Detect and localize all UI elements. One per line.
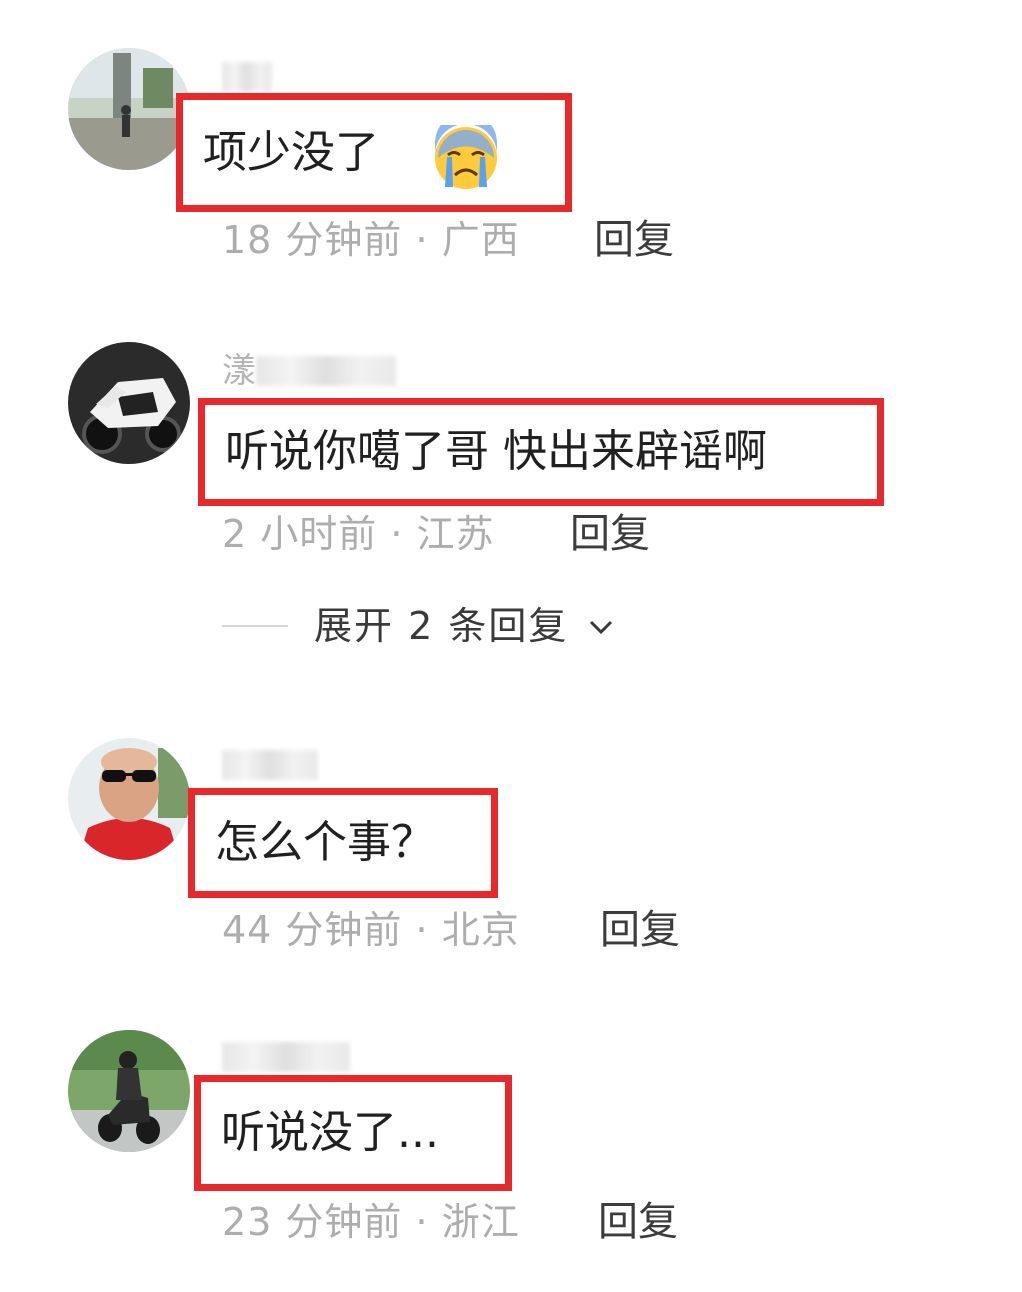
comment-highlight: 怎么个事？ (188, 788, 498, 898)
meta-separator: · (390, 512, 404, 556)
comment-meta: 2 小时前 · 江苏 (222, 514, 495, 554)
username[interactable] (222, 60, 272, 94)
comment-time: 23 分钟前 (222, 1200, 403, 1244)
username-text: 漾 (222, 351, 256, 391)
comment-text: 怎么个事？ (215, 817, 435, 868)
expand-divider (222, 625, 288, 627)
comment-time: 2 小时前 (222, 512, 378, 556)
avatar-image (68, 48, 190, 170)
comment-time: 44 分钟前 (222, 908, 403, 952)
comment-text: 项少没了 (203, 126, 379, 178)
username[interactable]: 漾 (222, 354, 396, 388)
comment-highlight: 听说你噶了哥 快出来辟谣啊 (198, 398, 884, 506)
avatar[interactable] (68, 1030, 190, 1152)
comment-highlight: 项少没了 (176, 93, 572, 212)
comment-meta: 23 分钟前 · 浙江 (222, 1202, 520, 1242)
comment-location: 北京 (441, 908, 520, 952)
reply-button[interactable]: 回复 (594, 220, 674, 260)
avatar-image (68, 1030, 190, 1152)
meta-separator: · (415, 218, 429, 262)
comment-location: 江苏 (416, 512, 495, 556)
comment-highlight: 听说没了... (194, 1075, 512, 1191)
meta-separator: · (415, 1200, 429, 1244)
chevron-down-icon[interactable] (588, 618, 614, 636)
username-blur (222, 750, 318, 780)
username-blur (222, 1042, 350, 1072)
meta-separator: · (415, 908, 429, 952)
avatar[interactable] (68, 48, 190, 170)
username[interactable] (222, 1040, 350, 1074)
comment-meta: 18 分钟前 · 广西 (222, 220, 520, 260)
expand-replies-label[interactable]: 展开 2 条回复 (314, 606, 568, 646)
reply-button[interactable]: 回复 (598, 1202, 678, 1242)
comment-text: 听说没了... (221, 1107, 439, 1158)
comment-time: 18 分钟前 (222, 218, 403, 262)
username[interactable] (222, 748, 318, 782)
username-blur (222, 62, 272, 92)
comment-meta: 44 分钟前 · 北京 (222, 910, 520, 950)
avatar[interactable] (68, 738, 190, 860)
reply-button[interactable]: 回复 (570, 514, 650, 554)
username-blur (256, 356, 396, 386)
avatar-image (68, 738, 190, 860)
comment-location: 浙江 (441, 1200, 520, 1244)
crying-face-icon (435, 125, 497, 189)
avatar[interactable] (68, 342, 190, 464)
reply-button[interactable]: 回复 (600, 910, 680, 950)
comment-text: 听说你噶了哥 快出来辟谣啊 (225, 426, 767, 477)
comment-location: 广西 (441, 218, 520, 262)
avatar-image (68, 342, 190, 464)
